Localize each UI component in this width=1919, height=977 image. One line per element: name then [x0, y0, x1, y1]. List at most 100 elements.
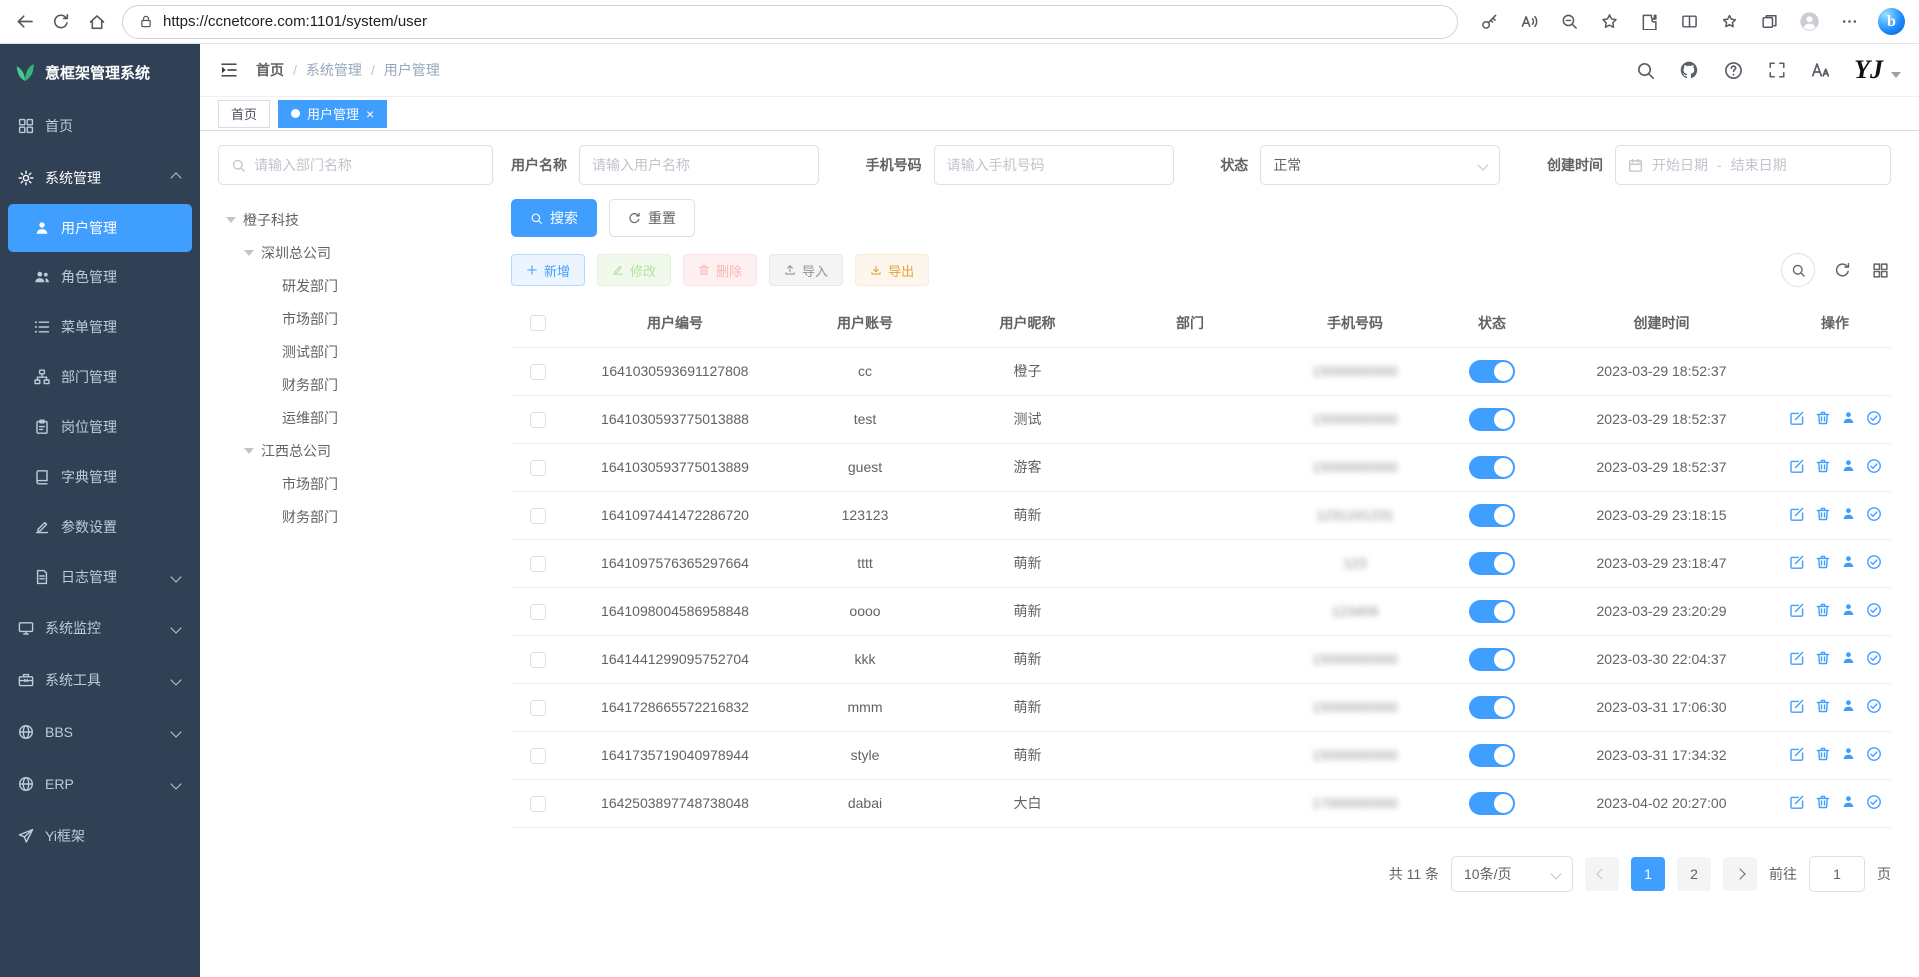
sidebar-item-bbs[interactable]: BBS	[0, 706, 200, 758]
select-all-checkbox[interactable]	[530, 315, 546, 331]
tree-node[interactable]: 市场部门	[218, 302, 493, 335]
edit-button[interactable]: 修改	[597, 254, 671, 286]
font-size-icon[interactable]	[1810, 59, 1832, 81]
show-search-toggle-button[interactable]	[1781, 253, 1815, 287]
breadcrumb-system[interactable]: 系统管理	[306, 60, 362, 80]
assign-role-icon[interactable]	[1866, 698, 1882, 714]
help-icon[interactable]	[1722, 59, 1744, 81]
username-input[interactable]	[592, 157, 806, 173]
row-checkbox[interactable]	[530, 412, 546, 428]
import-button[interactable]: 导入	[769, 254, 843, 286]
sidebar-item-department-management[interactable]: 部门管理	[0, 352, 200, 402]
close-tab-icon[interactable]: ×	[366, 107, 374, 121]
assign-role-icon[interactable]	[1866, 554, 1882, 570]
browser-menu-icon[interactable]	[1838, 11, 1860, 33]
delete-row-icon[interactable]	[1815, 554, 1831, 570]
fullscreen-icon[interactable]	[1766, 59, 1788, 81]
caret-down-icon[interactable]	[244, 250, 254, 256]
tree-node[interactable]: 测试部门	[218, 335, 493, 368]
page-1-button[interactable]: 1	[1631, 857, 1665, 891]
sidebar-item-parameter-settings[interactable]: 参数设置	[0, 502, 200, 552]
edit-row-icon[interactable]	[1789, 746, 1805, 762]
department-search-input[interactable]	[254, 157, 480, 173]
sidebar-item-system-management[interactable]: 系统管理	[0, 152, 200, 204]
reset-password-icon[interactable]	[1841, 458, 1856, 473]
status-toggle-on[interactable]	[1469, 360, 1515, 383]
date-range-picker[interactable]: 开始日期 - 结束日期	[1615, 145, 1891, 185]
status-toggle-on[interactable]	[1469, 648, 1515, 671]
sidebar-item-menu-management[interactable]: 菜单管理	[0, 302, 200, 352]
browser-home-button[interactable]	[86, 11, 108, 33]
reset-password-icon[interactable]	[1841, 746, 1856, 761]
assign-role-icon[interactable]	[1866, 794, 1882, 810]
status-toggle-on[interactable]	[1469, 504, 1515, 527]
delete-row-icon[interactable]	[1815, 458, 1831, 474]
status-toggle-on[interactable]	[1469, 744, 1515, 767]
row-checkbox[interactable]	[530, 460, 546, 476]
password-key-icon[interactable]	[1478, 11, 1500, 33]
page-2-button[interactable]: 2	[1677, 857, 1711, 891]
tree-node[interactable]: 运维部门	[218, 401, 493, 434]
status-select[interactable]: 正常	[1260, 145, 1500, 185]
reset-password-icon[interactable]	[1841, 602, 1856, 617]
tree-node[interactable]: 财务部门	[218, 500, 493, 533]
prev-page-button[interactable]	[1585, 857, 1619, 891]
reset-password-icon[interactable]	[1841, 506, 1856, 521]
tree-node[interactable]: 深圳总公司	[218, 236, 493, 269]
row-checkbox[interactable]	[530, 748, 546, 764]
caret-down-icon[interactable]	[244, 448, 254, 454]
fold-sidebar-icon[interactable]	[218, 59, 240, 81]
split-screen-icon[interactable]	[1678, 11, 1700, 33]
browser-refresh-button[interactable]	[50, 11, 72, 33]
browser-back-button[interactable]	[14, 11, 36, 33]
refresh-table-button[interactable]	[1831, 259, 1853, 281]
export-button[interactable]: 导出	[855, 254, 929, 286]
collections-icon[interactable]	[1758, 11, 1780, 33]
edit-row-icon[interactable]	[1789, 458, 1805, 474]
favorites-bar-icon[interactable]	[1718, 11, 1740, 33]
github-icon[interactable]	[1678, 59, 1700, 81]
tree-node[interactable]: 研发部门	[218, 269, 493, 302]
user-avatar[interactable]: YJ	[1854, 57, 1901, 83]
column-settings-button[interactable]	[1869, 259, 1891, 281]
status-toggle-on[interactable]	[1469, 696, 1515, 719]
profile-avatar-icon[interactable]	[1798, 11, 1820, 33]
edit-row-icon[interactable]	[1789, 650, 1805, 666]
delete-row-icon[interactable]	[1815, 410, 1831, 426]
page-size-select[interactable]: 10条/页	[1451, 856, 1573, 892]
delete-button[interactable]: 删除	[683, 254, 757, 286]
tree-node[interactable]: 财务部门	[218, 368, 493, 401]
breadcrumb-home[interactable]: 首页	[256, 60, 284, 80]
sidebar-item-yi-framework[interactable]: Yi框架	[0, 810, 200, 862]
tree-node[interactable]: 橙子科技	[218, 203, 493, 236]
sidebar-item-home[interactable]: 首页	[0, 100, 200, 152]
row-checkbox[interactable]	[530, 508, 546, 524]
tree-node[interactable]: 江西总公司	[218, 434, 493, 467]
delete-row-icon[interactable]	[1815, 650, 1831, 666]
sidebar-item-user-management[interactable]: 用户管理	[8, 204, 192, 252]
status-toggle-on[interactable]	[1469, 792, 1515, 815]
row-checkbox[interactable]	[530, 364, 546, 380]
next-page-button[interactable]	[1723, 857, 1757, 891]
row-checkbox[interactable]	[530, 556, 546, 572]
zoom-out-icon[interactable]	[1558, 11, 1580, 33]
copilot-icon[interactable]: b	[1878, 8, 1905, 35]
delete-row-icon[interactable]	[1815, 746, 1831, 762]
tab-user-management[interactable]: 用户管理 ×	[278, 100, 387, 128]
edit-row-icon[interactable]	[1789, 554, 1805, 570]
row-checkbox[interactable]	[530, 700, 546, 716]
reset-password-icon[interactable]	[1841, 410, 1856, 425]
delete-row-icon[interactable]	[1815, 794, 1831, 810]
status-toggle-on[interactable]	[1469, 552, 1515, 575]
status-toggle-on[interactable]	[1469, 408, 1515, 431]
assign-role-icon[interactable]	[1866, 746, 1882, 762]
delete-row-icon[interactable]	[1815, 698, 1831, 714]
edit-row-icon[interactable]	[1789, 602, 1805, 618]
status-toggle-on[interactable]	[1469, 600, 1515, 623]
assign-role-icon[interactable]	[1866, 458, 1882, 474]
search-icon[interactable]	[1634, 59, 1656, 81]
tab-home[interactable]: 首页	[218, 100, 270, 128]
edit-row-icon[interactable]	[1789, 698, 1805, 714]
row-checkbox[interactable]	[530, 652, 546, 668]
assign-role-icon[interactable]	[1866, 602, 1882, 618]
